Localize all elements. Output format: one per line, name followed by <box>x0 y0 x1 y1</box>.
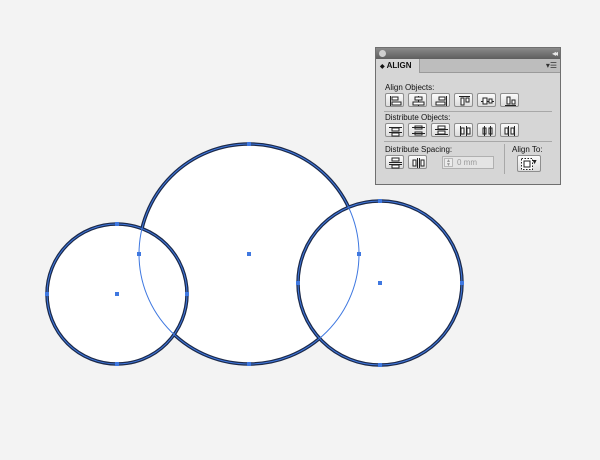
vertical-distribute-top-icon <box>389 127 402 137</box>
panel-tab-row: ◆ ALIGN ▾☰ <box>376 59 560 73</box>
horizontal-align-left-button[interactable] <box>385 93 404 107</box>
distribute-spacing-label: Distribute Spacing: <box>385 145 453 154</box>
tab-align-label: ALIGN <box>386 61 412 70</box>
distribute-spacing-row <box>385 155 427 169</box>
chevron-down-icon: ▼ <box>531 159 538 166</box>
horizontal-distribute-center-icon <box>482 126 493 136</box>
close-icon[interactable] <box>379 50 386 57</box>
distribute-objects-row <box>385 123 519 137</box>
align-to-dropdown[interactable]: ▼ <box>517 155 541 172</box>
stepper-down-icon[interactable]: ▼ <box>446 163 451 168</box>
vertical-divider <box>504 144 505 174</box>
align-objects-label: Align Objects: <box>385 83 435 92</box>
vertical-align-bottom-icon <box>505 96 516 106</box>
distribute-objects-label: Distribute Objects: <box>385 113 451 122</box>
tab-align[interactable]: ◆ ALIGN <box>376 59 420 73</box>
horizontal-distribute-left-button[interactable] <box>454 123 473 137</box>
vertical-align-bottom-button[interactable] <box>500 93 519 107</box>
horizontal-align-right-button[interactable] <box>431 93 450 107</box>
vertical-distribute-top-button[interactable] <box>385 123 404 137</box>
tab-options-icon[interactable]: ◆ <box>380 64 385 70</box>
vertical-distribute-space-button[interactable] <box>385 155 404 169</box>
vertical-distribute-space-icon <box>389 157 402 169</box>
vertical-distribute-bottom-icon <box>435 125 448 135</box>
vertical-distribute-bottom-button[interactable] <box>431 123 450 137</box>
horizontal-align-left-icon <box>390 96 402 106</box>
horizontal-align-center-icon <box>412 96 425 106</box>
vertical-align-top-icon <box>459 96 470 106</box>
align-to-label: Align To: <box>512 145 543 154</box>
vertical-align-top-button[interactable] <box>454 93 473 107</box>
horizontal-distribute-left-icon <box>460 126 471 136</box>
horizontal-align-center-button[interactable] <box>408 93 427 107</box>
vertical-distribute-center-button[interactable] <box>408 123 427 137</box>
spacing-value: 0 mm <box>457 158 477 167</box>
vertical-distribute-center-icon <box>412 125 425 136</box>
horizontal-distribute-space-icon <box>412 158 425 168</box>
divider <box>384 141 552 142</box>
panel-menu-icon[interactable]: ▾☰ <box>546 60 557 71</box>
align-objects-row <box>385 93 519 107</box>
horizontal-distribute-center-button[interactable] <box>477 123 496 137</box>
vertical-align-center-button[interactable] <box>477 93 496 107</box>
divider <box>384 111 552 112</box>
panel-titlebar[interactable]: ◂◂ <box>376 48 560 59</box>
spacing-input[interactable]: ▲ ▼ 0 mm <box>442 156 494 169</box>
horizontal-align-right-icon <box>435 96 447 106</box>
horizontal-distribute-right-icon <box>504 126 515 136</box>
collapse-icon[interactable]: ◂◂ <box>552 48 558 59</box>
spacing-stepper[interactable]: ▲ ▼ <box>444 158 453 168</box>
horizontal-distribute-space-button[interactable] <box>408 155 427 169</box>
horizontal-distribute-right-button[interactable] <box>500 123 519 137</box>
vertical-align-center-icon <box>481 97 494 105</box>
